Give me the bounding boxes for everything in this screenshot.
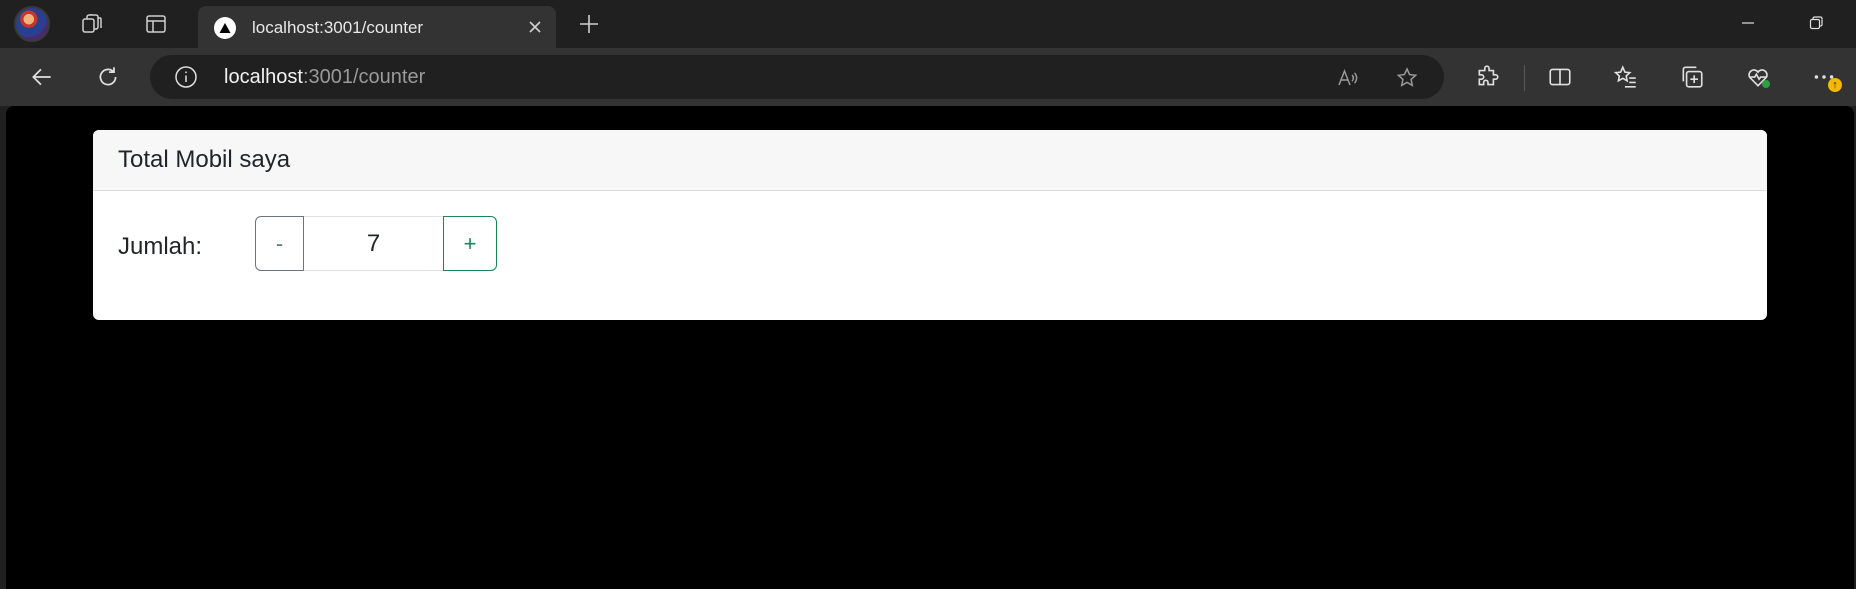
- favorite-star-icon[interactable]: [1393, 64, 1421, 92]
- increment-button[interactable]: +: [443, 216, 497, 271]
- url-text[interactable]: localhost:3001/counter: [224, 66, 425, 89]
- page-viewport: Total Mobil saya Jumlah: - 7 +: [6, 106, 1854, 589]
- card-title: Total Mobil saya: [118, 146, 291, 173]
- restore-icon[interactable]: [1784, 0, 1848, 46]
- counter-card: Total Mobil saya Jumlah: - 7 +: [93, 130, 1767, 320]
- url-path: :3001/counter: [302, 66, 426, 88]
- quantity-label: Jumlah:: [118, 233, 203, 260]
- info-icon[interactable]: [174, 65, 198, 89]
- status-dot: [1762, 80, 1770, 88]
- url-host: localhost: [224, 66, 303, 88]
- update-badge: ↑: [1828, 78, 1842, 92]
- workspaces-icon[interactable]: [75, 8, 109, 40]
- triangle-logo-icon: [214, 17, 236, 39]
- read-aloud-icon[interactable]: [1334, 64, 1362, 92]
- card-header: Total Mobil saya: [93, 130, 1767, 191]
- collections-icon[interactable]: [1672, 58, 1712, 96]
- favorites-list-icon[interactable]: [1606, 58, 1646, 96]
- more-options-icon[interactable]: ↑: [1804, 58, 1844, 96]
- browser-window: localhost:3001/counter localhost:3001/co…: [0, 0, 1856, 589]
- tab-title: localhost:3001/counter: [252, 18, 424, 37]
- refresh-icon[interactable]: [88, 58, 128, 96]
- toolbar-divider: [1524, 65, 1525, 91]
- decrement-button[interactable]: -: [255, 216, 304, 271]
- close-icon[interactable]: [522, 14, 548, 40]
- navigation-toolbar: localhost:3001/counter ↑: [0, 48, 1856, 106]
- card-body: Jumlah: - 7 +: [93, 191, 1767, 320]
- back-arrow-icon[interactable]: [22, 58, 62, 96]
- new-tab-icon[interactable]: [572, 8, 606, 40]
- tab-active[interactable]: localhost:3001/counter: [198, 6, 556, 48]
- address-bar[interactable]: localhost:3001/counter: [150, 55, 1444, 99]
- tab-strip: localhost:3001/counter: [0, 0, 1856, 48]
- tab-actions-icon[interactable]: [139, 8, 173, 40]
- browser-essentials-icon[interactable]: [1738, 58, 1778, 96]
- profile-avatar[interactable]: [14, 6, 50, 42]
- split-screen-icon[interactable]: [1540, 58, 1580, 96]
- quantity-input[interactable]: 7: [304, 216, 443, 271]
- minimize-icon[interactable]: [1716, 0, 1780, 46]
- extensions-icon[interactable]: [1468, 58, 1508, 96]
- quantity-stepper: - 7 +: [255, 216, 497, 271]
